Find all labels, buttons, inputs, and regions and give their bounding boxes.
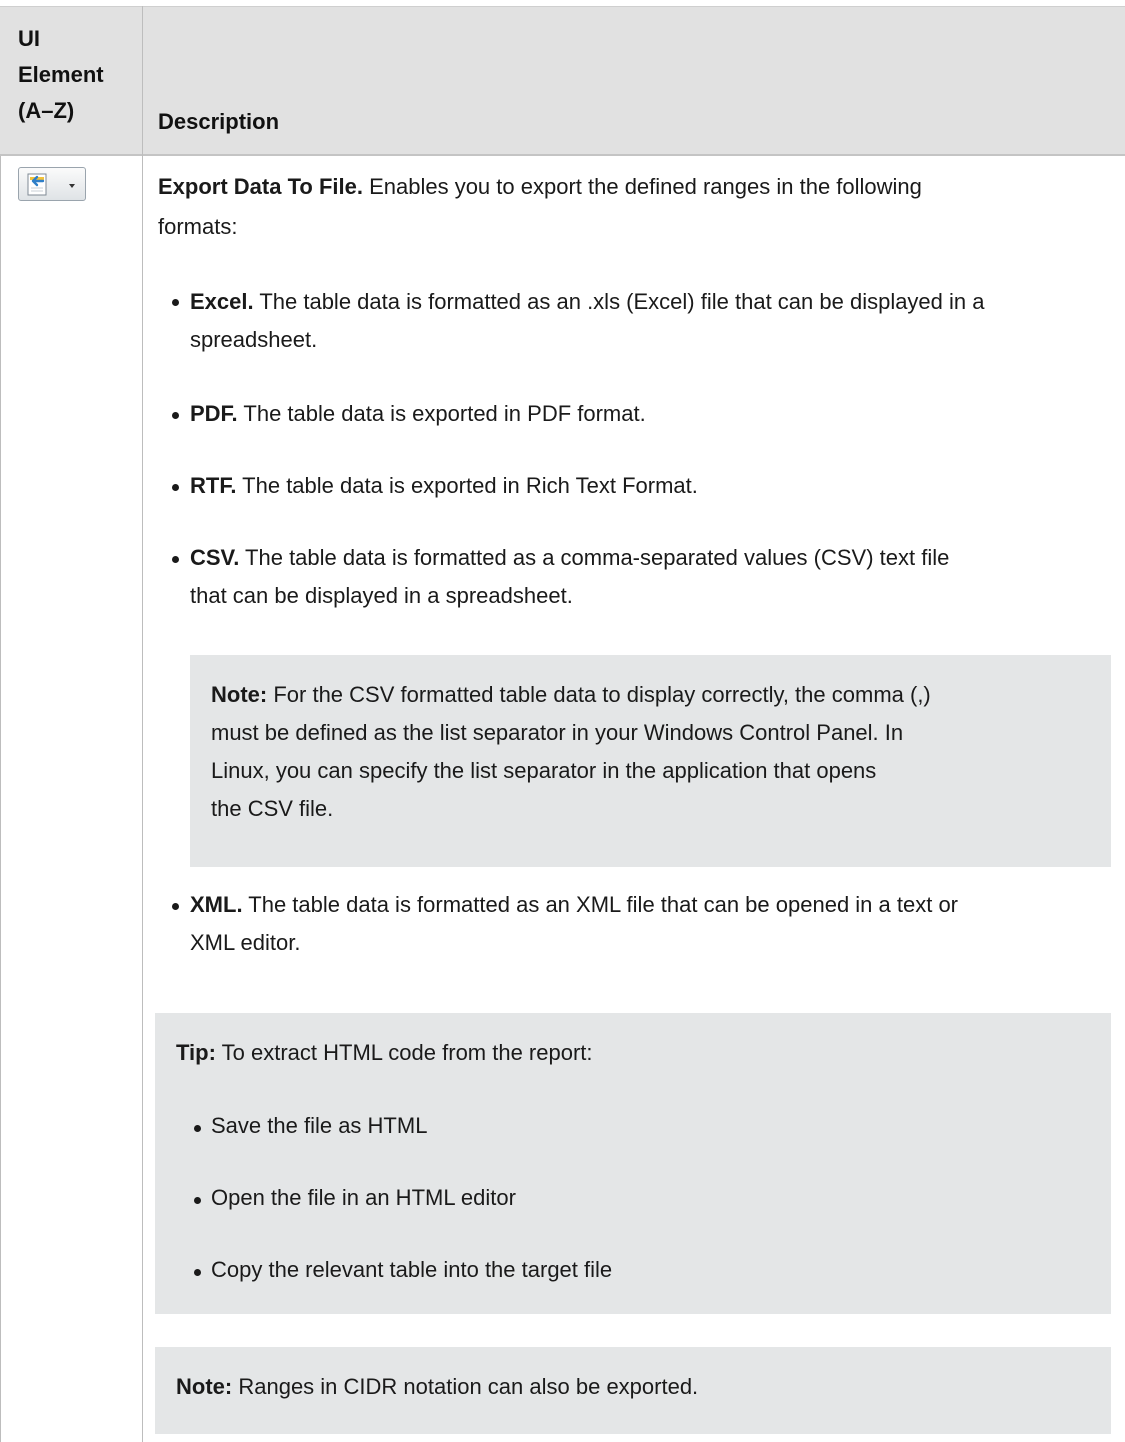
format-desc: The table data is formatted as an .xls (… [259,289,985,314]
export-intro-title: Export Data To File. [158,174,363,199]
format-name: Excel. [190,289,254,314]
csv-note-line: the CSV file. [211,796,334,821]
ui-element-table: UI Element (A–Z) Description Export Data… [0,0,1125,1442]
format-rtf: RTF. The table data is exported in Rich … [190,468,1120,504]
tip-item: Save the file as HTML [211,1113,428,1138]
header-ui-element-line: (A–Z) [18,98,75,123]
bullet-dot [194,1197,201,1204]
column-divider [142,6,143,1442]
csv-note-text: For the CSV formatted table data to disp… [273,682,931,707]
format-desc: The table data is formatted as a comma-s… [245,545,950,570]
format-csv-line-2: that can be displayed in a spreadsheet. [190,583,573,608]
header-ui-element: UI Element (A–Z) [18,21,136,129]
format-desc: The table data is exported in Rich Text … [242,473,698,498]
tip-line: Tip: To extract HTML code from the repor… [176,1035,593,1071]
export-icon-graphic [27,173,75,196]
tip-label: Tip: [176,1040,216,1065]
cidr-note-line: Note: Ranges in CIDR notation can also b… [176,1369,698,1405]
export-intro-line-2: formats: [158,214,238,239]
table-left-border [0,156,1,1442]
cidr-note-label: Note: [176,1374,233,1399]
tip-text: To extract HTML code from the report: [221,1040,593,1065]
format-xml-line-2: XML editor. [190,930,301,955]
export-intro-line: Export Data To File. Enables you to expo… [158,169,1108,205]
csv-note-line: must be defined as the list separator in… [211,720,904,745]
bullet-dot [172,412,179,419]
csv-note-line: Linux, you can specify the list separato… [211,758,877,783]
export-data-to-file-icon[interactable] [18,167,86,201]
cidr-note-text: Ranges in CIDR notation can also be expo… [238,1374,699,1399]
format-excel: Excel. The table data is formatted as an… [190,284,1120,320]
format-name: CSV. [190,545,240,570]
bullet-dot [194,1125,201,1132]
bullet-dot [172,299,179,306]
format-name: XML. [190,892,243,917]
bullet-dot [194,1269,201,1276]
format-desc: The table data is formatted as an XML fi… [248,892,959,917]
header-ui-element-line: Element [18,62,104,87]
format-excel-line-2: spreadsheet. [190,327,318,352]
bullet-dot [172,903,179,910]
header-description: Description [158,109,280,134]
tip-item: Open the file in an HTML editor [211,1185,516,1210]
header-ui-element-line: UI [18,26,40,51]
export-intro-text: Enables you to export the defined ranges… [369,174,922,199]
format-desc: The table data is exported in PDF format… [243,401,646,426]
format-xml: XML. The table data is formatted as an X… [190,887,1120,923]
csv-note-line: Note: For the CSV formatted table data t… [211,677,931,713]
format-csv: CSV. The table data is formatted as a co… [190,540,1120,576]
bullet-dot [172,484,179,491]
format-pdf: PDF. The table data is exported in PDF f… [190,396,1120,432]
format-name: RTF. [190,473,237,498]
tip-item: Copy the relevant table into the target … [211,1257,613,1282]
table-header-row: UI Element (A–Z) Description [0,6,1125,156]
format-name: PDF. [190,401,238,426]
csv-note-label: Note: [211,682,268,707]
bullet-dot [172,556,179,563]
